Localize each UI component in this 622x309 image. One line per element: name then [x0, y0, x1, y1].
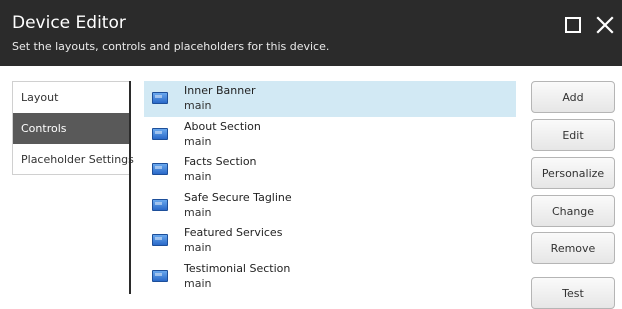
control-placeholder: main: [184, 276, 212, 290]
rendering-icon: [152, 269, 168, 282]
list-item[interactable]: Safe Secure Tagline main: [144, 188, 516, 224]
list-item[interactable]: Inner Banner main: [144, 81, 516, 117]
maximize-icon: [565, 17, 581, 33]
control-placeholder: main: [184, 99, 212, 112]
dialog-subtitle: Set the layouts, controls and placeholde…: [12, 40, 330, 53]
controls-list: Inner Banner main About Section main Fac…: [144, 81, 516, 294]
control-placeholder: main: [184, 205, 212, 219]
tab-layout[interactable]: Layout: [13, 82, 129, 113]
control-name: Facts Section: [184, 155, 257, 168]
close-button[interactable]: [594, 14, 616, 36]
dialog-header: Device Editor Set the layouts, controls …: [0, 0, 622, 66]
list-item[interactable]: About Section main: [144, 117, 516, 153]
maximize-button[interactable]: [562, 14, 584, 36]
change-button[interactable]: Change: [531, 195, 615, 227]
control-placeholder: main: [184, 241, 212, 254]
add-button[interactable]: Add: [531, 81, 615, 113]
rendering-icon: [152, 127, 168, 140]
control-name: Featured Services: [184, 226, 283, 239]
rendering-icon: [152, 234, 168, 246]
edit-button[interactable]: Edit: [531, 119, 615, 151]
control-name: Inner Banner: [184, 84, 256, 97]
test-button[interactable]: Test: [531, 277, 615, 309]
close-icon: [596, 16, 614, 34]
control-placeholder: main: [184, 134, 212, 148]
list-item[interactable]: Facts Section main: [144, 152, 516, 188]
control-name: About Section: [184, 119, 261, 133]
control-placeholder: main: [184, 170, 212, 183]
rendering-icon: [152, 198, 168, 211]
panel-divider: [129, 81, 131, 294]
dialog-title: Device Editor: [12, 13, 126, 33]
list-item[interactable]: Featured Services main: [144, 223, 516, 259]
remove-button[interactable]: Remove: [531, 232, 615, 264]
control-name: Testimonial Section: [184, 261, 291, 275]
tab-controls[interactable]: Controls: [13, 113, 129, 144]
control-name: Safe Secure Tagline: [184, 190, 292, 204]
list-item[interactable]: Testimonial Section main: [144, 259, 516, 295]
tab-placeholder-settings[interactable]: Placeholder Settings: [13, 144, 134, 175]
side-tabs: Layout Controls Placeholder Settings: [12, 81, 134, 175]
rendering-icon: [152, 163, 168, 175]
rendering-icon: [152, 92, 168, 104]
personalize-button[interactable]: Personalize: [531, 157, 615, 189]
